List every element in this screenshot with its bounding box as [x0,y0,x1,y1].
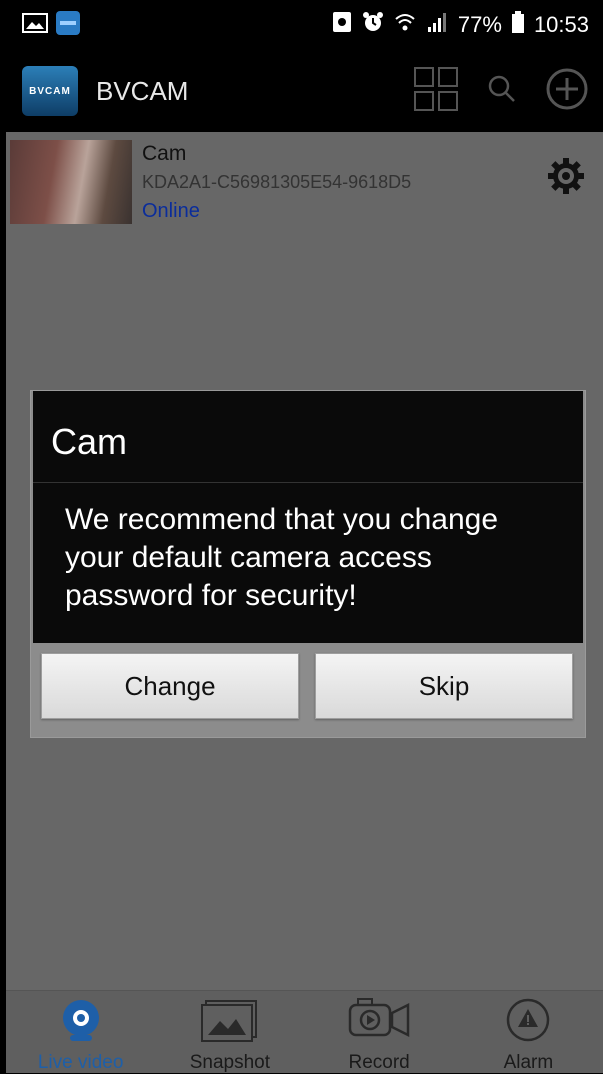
battery-icon [511,11,524,39]
app-bar: BVCAM BVCAM [6,50,603,132]
app-bar-actions [413,66,589,117]
app-notification-icon [56,10,80,40]
snapshot-icon [200,997,260,1048]
nav-live-video[interactable]: Live video [6,991,155,1073]
settings-gear-icon[interactable] [546,156,586,201]
nav-label-live-video: Live video [37,1052,124,1073]
clock: 10:53 [533,12,589,37]
grid-view-icon[interactable] [413,66,459,117]
battery-percent: 77% [457,12,502,37]
device-id: KDA2A1-C56981305E54-9618D5 [142,172,412,192]
app-title: BVCAM [96,75,189,106]
change-button[interactable]: Change [41,653,299,719]
nav-record[interactable]: Record [305,991,454,1073]
change-password-dialog: Cam We recommend that you change your de… [30,390,586,738]
nav-alarm[interactable]: Alarm [454,991,603,1073]
dialog-title: Cam [33,391,583,483]
search-icon[interactable] [487,74,517,109]
app-logo: BVCAM [22,66,78,116]
nav-snapshot[interactable]: Snapshot [155,991,304,1073]
sim-icon [332,11,352,39]
status-left [22,10,80,40]
alarm-icon [505,997,551,1048]
nav-label-snapshot: Snapshot [189,1052,271,1073]
device-row[interactable]: Cam KDA2A1-C56981305E54-9618D5 Online [6,132,603,230]
camera-thumbnail[interactable] [10,140,132,224]
dialog-message: We recommend that you change your defaul… [33,483,583,643]
nav-label-alarm: Alarm [503,1052,554,1073]
add-device-icon[interactable] [545,67,589,116]
nav-label-record: Record [348,1052,410,1073]
signal-icon [426,11,448,39]
bottom-nav: Live video Snapshot Record Alarm [6,990,603,1073]
status-right: 77% 10:53 [332,11,589,39]
live-video-icon [58,997,104,1048]
record-icon [346,997,412,1048]
alarm-clock-icon [362,11,384,39]
status-bar: 77% 10:53 [0,0,603,50]
skip-button[interactable]: Skip [315,653,573,719]
device-name: Cam [142,142,187,165]
device-status: Online [142,200,200,222]
gallery-notification-icon [22,12,48,39]
wifi-icon [394,11,416,39]
